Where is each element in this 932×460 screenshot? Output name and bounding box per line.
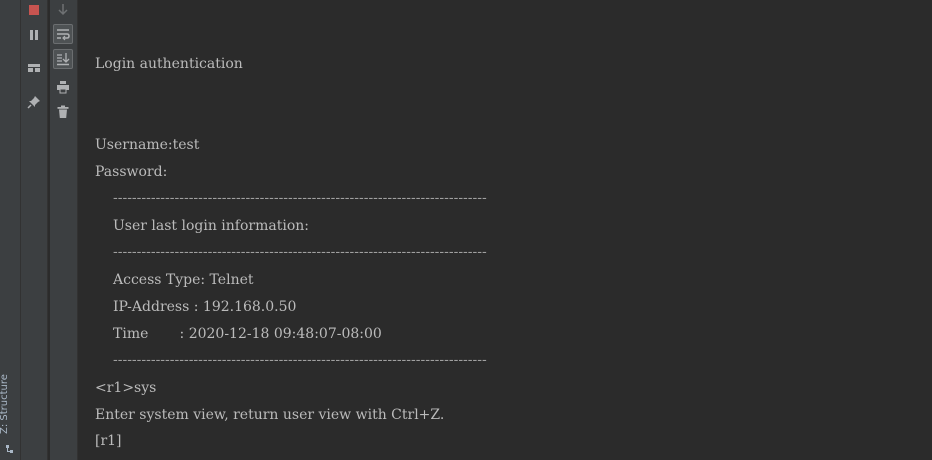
stop-icon bbox=[29, 5, 39, 15]
console-line-prompt-system: [r1] bbox=[95, 433, 122, 449]
console-separator: ----------------------------------------… bbox=[113, 352, 487, 368]
left-tool-strip: Z: Structure bbox=[0, 0, 21, 460]
scroll-to-end-icon bbox=[57, 53, 70, 66]
console-line-time: Time : 2020-12-18 09:48:07-08:00 bbox=[113, 326, 382, 342]
soft-wrap-button[interactable] bbox=[53, 24, 73, 44]
structure-tab-label: Z: Structure bbox=[0, 374, 10, 434]
console-separator: ----------------------------------------… bbox=[113, 244, 487, 260]
console-line-last-login-info: User last login information: bbox=[113, 218, 309, 234]
structure-tool-tab[interactable]: Z: Structure bbox=[0, 366, 18, 456]
console-line-username: Username:test bbox=[95, 137, 200, 153]
layout-icon bbox=[28, 64, 40, 72]
scroll-to-end-button[interactable] bbox=[53, 49, 73, 69]
run-toolbar-left bbox=[21, 0, 48, 460]
console-line-access-type: Access Type: Telnet bbox=[113, 272, 254, 288]
stop-button[interactable] bbox=[24, 0, 44, 20]
clear-all-button[interactable] bbox=[53, 102, 73, 122]
console-output[interactable]: Login authentication Username:test Passw… bbox=[78, 0, 932, 460]
pause-button[interactable] bbox=[24, 25, 44, 45]
console-line-prompt-cmd: <r1>sys bbox=[95, 380, 157, 396]
down-arrow-button[interactable] bbox=[53, 0, 73, 20]
structure-icon bbox=[6, 445, 13, 453]
console-line-ip-address: IP-Address : 192.168.0.50 bbox=[113, 299, 297, 315]
pin-tab-button[interactable] bbox=[24, 92, 44, 112]
layout-button[interactable] bbox=[24, 58, 44, 78]
trash-icon bbox=[57, 105, 69, 118]
pin-icon bbox=[27, 96, 40, 109]
print-button[interactable] bbox=[53, 77, 73, 97]
console-line-password: Password: bbox=[95, 164, 168, 180]
soft-wrap-icon bbox=[57, 29, 70, 41]
down-arrow-icon bbox=[58, 4, 68, 16]
console-line-enter-system-view: Enter system view, return user view with… bbox=[95, 407, 445, 423]
console-separator: ----------------------------------------… bbox=[113, 190, 487, 206]
print-icon bbox=[57, 81, 69, 94]
pause-icon bbox=[30, 30, 38, 40]
run-toolbar-right bbox=[50, 0, 78, 460]
console-line-login-auth: Login authentication bbox=[95, 56, 243, 72]
